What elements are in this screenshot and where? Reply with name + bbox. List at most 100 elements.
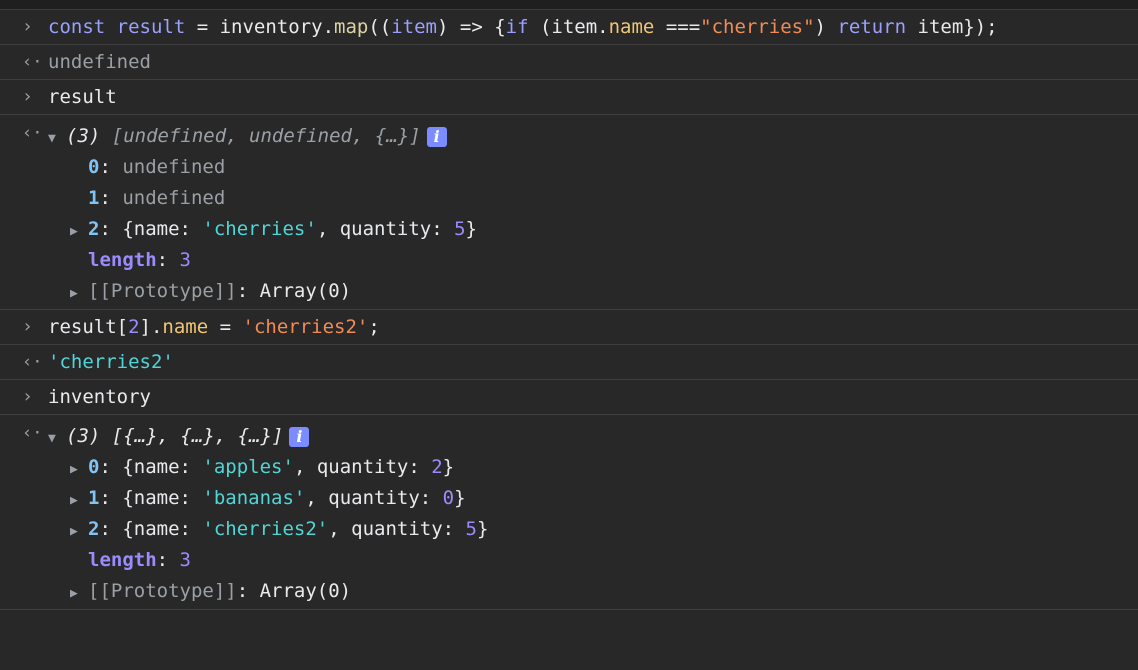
array-count: (3) <box>66 125 101 147</box>
object-quantity-value: 5 <box>465 518 477 540</box>
array-summary[interactable]: ▼ (3) [undefined, undefined, {…}] i <box>48 121 1138 152</box>
prototype-value: Array(0) <box>259 580 352 602</box>
length-key: length <box>88 549 157 571</box>
code-token: const <box>48 16 117 38</box>
console-input-row[interactable]: › inventory <box>0 380 1138 415</box>
console-output-row: ‹· ▼ (3) [undefined, undefined, {…}] i 0: … <box>0 115 1138 310</box>
item-colon: : <box>99 456 123 478</box>
array-preview: [undefined, undefined, {…}] <box>111 125 421 147</box>
code-token: map <box>334 16 369 38</box>
output-value: 'cherries2' <box>48 351 174 373</box>
console-output-row: ‹· undefined <box>0 45 1138 80</box>
expand-triangle-icon[interactable]: ▼ <box>48 423 66 454</box>
console-input-row[interactable]: › result[2].name = 'cherries2'; <box>0 310 1138 345</box>
object-quantity-value: 5 <box>454 218 466 240</box>
input-prompt-icon: › <box>22 86 33 107</box>
collapsed-triangle-icon[interactable]: ▶ <box>70 216 88 247</box>
code-token: ) <box>814 16 838 38</box>
code-token: 2 <box>128 316 140 338</box>
array-length: length: 3 <box>48 245 1138 276</box>
item-colon: : <box>156 249 180 271</box>
object-open: {name: <box>122 487 203 509</box>
code-token: (( <box>368 16 392 38</box>
object-mid: , quantity: <box>305 487 443 509</box>
output-return-icon: ‹· <box>22 52 43 72</box>
length-value: 3 <box>179 249 191 271</box>
code-token: 'cherries2' <box>242 316 369 338</box>
length-key: length <box>88 249 157 271</box>
item-colon: : <box>99 156 123 178</box>
object-open: {name: <box>122 518 203 540</box>
code-token: result[ <box>48 316 129 338</box>
array-count: (3) <box>66 425 101 447</box>
item-colon: : <box>236 280 260 302</box>
array-item-expandable[interactable]: ▶ 0: {name: 'apples', quantity: 2} <box>48 452 1138 483</box>
console-output-row: ‹· ▼ (3) [{…}, {…}, {…}] i ▶ 0: {name: 'app… <box>0 415 1138 610</box>
item-colon: : <box>99 487 123 509</box>
array-prototype[interactable]: ▶ [[Prototype]]: Array(0) <box>48 576 1138 607</box>
code-token: "cherries" <box>700 16 815 38</box>
console-input-row[interactable]: › const result = inventory.map((item) =>… <box>0 10 1138 45</box>
item-value: undefined <box>122 187 226 209</box>
prototype-value: Array(0) <box>259 280 352 302</box>
collapsed-triangle-icon[interactable]: ▶ <box>70 278 88 309</box>
input-prompt-icon: › <box>22 316 33 337</box>
item-key: 0 <box>88 456 100 478</box>
expand-triangle-icon[interactable]: ▼ <box>48 123 66 154</box>
input-prompt-icon: › <box>22 16 33 37</box>
code-token: result <box>116 16 186 38</box>
console-top-bar <box>0 0 1138 10</box>
object-mid: , quantity: <box>293 456 432 478</box>
item-key: 1 <box>88 487 100 509</box>
input-code: const result = inventory.map((item) => {… <box>48 16 998 38</box>
code-token: = <box>208 316 243 338</box>
prototype-key: [[Prototype]] <box>88 280 237 302</box>
console-output-row: ‹· 'cherries2' <box>0 345 1138 380</box>
item-colon: : <box>99 218 123 240</box>
code-token: = <box>185 16 220 38</box>
array-item-expandable[interactable]: ▶ 2: {name: 'cherries', quantity: 5} <box>48 214 1138 245</box>
code-token: ; <box>368 316 380 338</box>
array-length: length: 3 <box>48 545 1138 576</box>
input-prompt-icon: › <box>22 386 33 407</box>
code-token: item}); <box>906 16 998 38</box>
input-code: inventory <box>48 386 151 408</box>
item-value: undefined <box>122 156 226 178</box>
item-key: 1 <box>88 187 100 209</box>
object-close: } <box>442 456 455 478</box>
object-close: } <box>454 487 466 509</box>
input-code: result <box>48 86 117 108</box>
object-name-value: 'bananas' <box>202 487 306 509</box>
code-token: (item. <box>528 16 609 38</box>
output-value: undefined <box>48 51 151 73</box>
info-icon[interactable]: i <box>289 426 310 447</box>
collapsed-triangle-icon[interactable]: ▶ <box>70 516 88 547</box>
object-mid: , quantity: <box>328 518 466 540</box>
collapsed-triangle-icon[interactable]: ▶ <box>70 454 88 485</box>
array-item-expandable[interactable]: ▶ 1: {name: 'bananas', quantity: 0} <box>48 483 1138 514</box>
item-colon: : <box>99 187 123 209</box>
array-item: 1: undefined <box>48 183 1138 214</box>
code-token: === <box>654 16 701 38</box>
array-item: 0: undefined <box>48 152 1138 183</box>
console-input-row[interactable]: › result <box>0 80 1138 115</box>
code-token: item <box>391 16 437 38</box>
object-quantity-value: 2 <box>431 456 443 478</box>
output-return-icon: ‹· <box>22 352 43 372</box>
array-item-expandable[interactable]: ▶ 2: {name: 'cherries2', quantity: 5} <box>48 514 1138 545</box>
code-token: name <box>162 316 209 338</box>
code-token: inventory <box>219 16 323 38</box>
output-return-icon: ‹· <box>22 423 43 443</box>
collapsed-triangle-icon[interactable]: ▶ <box>70 485 88 516</box>
collapsed-triangle-icon[interactable]: ▶ <box>70 578 88 609</box>
object-mid: , quantity: <box>316 218 455 240</box>
info-icon[interactable]: i <box>426 126 447 147</box>
code-token: ) => { <box>437 16 506 38</box>
item-key: 0 <box>88 156 100 178</box>
output-return-icon: ‹· <box>22 123 43 143</box>
item-colon: : <box>156 549 180 571</box>
array-summary[interactable]: ▼ (3) [{…}, {…}, {…}] i <box>48 421 1138 452</box>
item-key: 2 <box>88 518 100 540</box>
code-token: name <box>608 16 655 38</box>
array-prototype[interactable]: ▶ [[Prototype]]: Array(0) <box>48 276 1138 307</box>
